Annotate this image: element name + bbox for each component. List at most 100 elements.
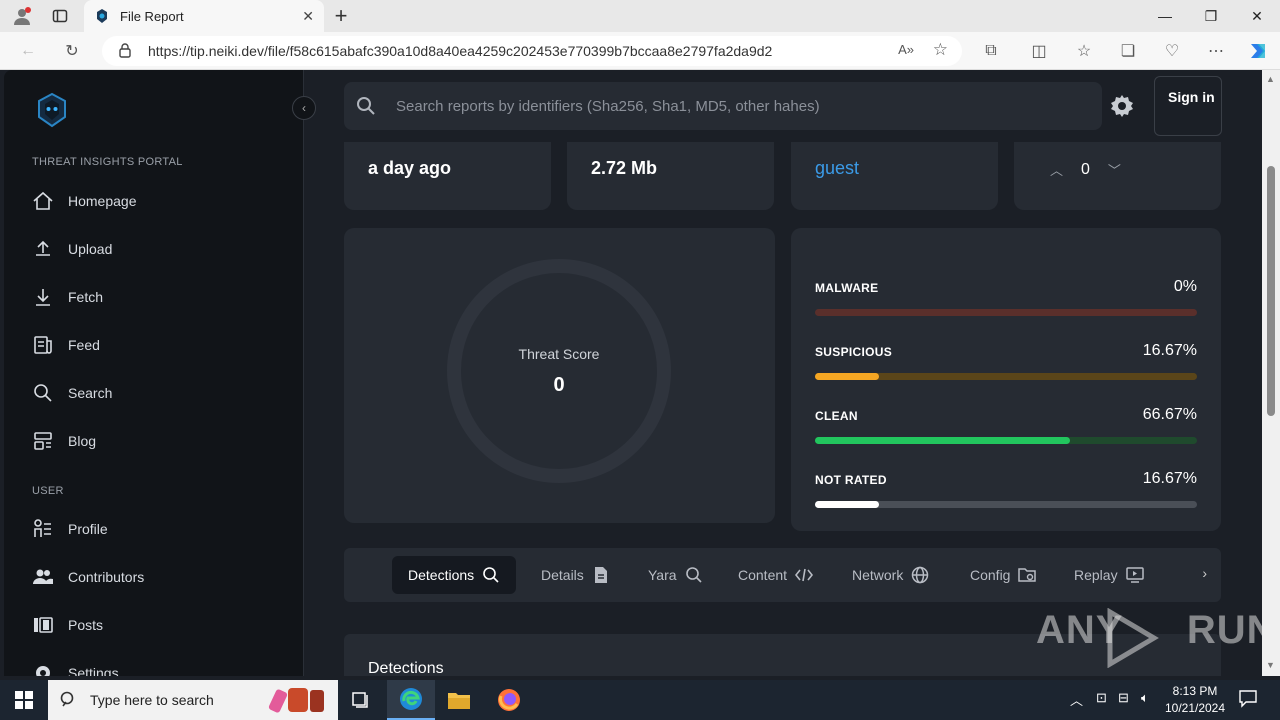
search-icon — [357, 97, 375, 115]
network-icon[interactable]: ⊟ — [1118, 690, 1129, 706]
favorites-icon[interactable]: ☆ — [1070, 37, 1098, 65]
back-icon[interactable]: ← — [14, 37, 42, 65]
sidebar-collapse-button[interactable]: ‹ — [292, 96, 316, 120]
sidebar-item-label: Settings — [68, 665, 119, 676]
search-icon — [483, 567, 499, 583]
gear-icon[interactable] — [1110, 94, 1134, 118]
sidebar-item-settings[interactable]: Settings — [32, 659, 119, 676]
collections-icon[interactable]: ❏ — [1114, 37, 1142, 65]
tab-replay[interactable]: Replay — [1074, 556, 1144, 594]
tray-chevron-icon[interactable]: ︿ — [1070, 690, 1083, 709]
tab-label: Detections — [408, 567, 475, 583]
tab-label: Config — [970, 567, 1011, 583]
address-bar-row: ← ↻ https://tip.neiki.dev/file/f58c615ab… — [0, 32, 1280, 70]
search-icon — [685, 567, 702, 583]
sidebar-item-contributors[interactable]: Contributors — [32, 563, 144, 591]
sidebar-item-fetch[interactable]: Fetch — [32, 283, 103, 311]
window-close-icon[interactable]: ✕ — [1234, 0, 1280, 32]
sidebar-item-profile[interactable]: Profile — [32, 515, 108, 543]
tab-details[interactable]: Details — [541, 556, 610, 594]
site-favicon-icon — [97, 9, 107, 23]
refresh-icon[interactable]: ↻ — [58, 37, 86, 65]
stat-percent: 16.67% — [1142, 342, 1197, 359]
restore-icon[interactable]: ❐ — [1188, 0, 1234, 32]
edge-taskbar-icon[interactable] — [387, 680, 435, 720]
tray-app-icon[interactable]: ⊡ — [1096, 690, 1107, 706]
tab-config[interactable]: Config — [970, 556, 1037, 594]
scroll-thumb[interactable] — [1267, 166, 1275, 416]
tab-detections[interactable]: Detections — [392, 556, 517, 594]
scroll-up-icon[interactable]: ▲ — [1266, 74, 1275, 84]
minimize-icon[interactable]: — — [1142, 0, 1188, 32]
notifications-icon[interactable] — [1238, 688, 1258, 711]
page-scrollbar[interactable]: ▲ ▼ — [1262, 70, 1280, 676]
main-content: a day ago 2.72 Mb guest ︿ 0 ﹀ Search rep… — [304, 70, 1262, 676]
sidebar-item-label: Contributors — [68, 569, 145, 585]
sidebar-item-posts[interactable]: Posts — [32, 611, 103, 639]
extensions-icon[interactable]: ⧉ — [977, 37, 1005, 65]
volume-icon[interactable]: 🔈︎ — [1141, 690, 1149, 706]
sidebar: THREAT INSIGHTS PORTAL Homepage Upload F… — [4, 70, 304, 676]
copilot-icon[interactable] — [1244, 37, 1272, 65]
anyrun-watermark: ANY RUN — [1036, 608, 1277, 668]
stat-name: SUSPICIOUS — [815, 345, 893, 359]
tab-yara[interactable]: Yara — [648, 556, 703, 594]
favorite-star-icon[interactable]: ☆ — [933, 40, 948, 60]
stat-bar — [815, 437, 1197, 444]
profile-icon[interactable] — [8, 2, 36, 30]
upload-age: a day ago — [368, 158, 452, 178]
sidebar-item-blog[interactable]: Blog — [32, 427, 96, 455]
search-input[interactable]: Search reports by identifiers (Sha256, S… — [344, 82, 1102, 130]
split-screen-icon[interactable]: ◫ — [1025, 37, 1053, 65]
task-view-icon[interactable] — [338, 680, 386, 720]
new-tab-icon[interactable]: + — [327, 2, 355, 30]
stat-percent: 0% — [1173, 278, 1197, 295]
sidebar-item-label: Search — [68, 385, 113, 401]
neiki-logo-icon[interactable] — [34, 92, 70, 128]
sidebar-item-upload[interactable]: Upload — [32, 235, 112, 263]
url-field[interactable]: https://tip.neiki.dev/file/f58c615abafc3… — [102, 36, 962, 66]
blog-icon — [34, 432, 52, 450]
lock-icon — [118, 42, 132, 61]
uploader-link[interactable]: guest — [815, 158, 859, 179]
scroll-down-icon[interactable]: ▼ — [1266, 660, 1275, 670]
detections-title: Detections — [368, 660, 444, 676]
tab-content[interactable]: Content — [738, 556, 814, 594]
sidebar-item-search[interactable]: Search — [32, 379, 112, 407]
document-icon — [594, 567, 607, 583]
taskbar-search-input[interactable]: Type here to search — [48, 680, 338, 720]
search-icon — [34, 384, 52, 402]
tab-title: File Report — [120, 8, 184, 24]
sidebar-item-label: Upload — [68, 241, 113, 257]
tab-label: Replay — [1074, 567, 1118, 583]
sidebar-item-feed[interactable]: Feed — [32, 331, 100, 359]
sidebar-item-label: Fetch — [68, 289, 104, 305]
tab-close-icon[interactable]: ✕ — [302, 8, 314, 25]
upvote-icon[interactable]: ︿ — [1050, 160, 1063, 179]
sign-in-button[interactable]: Sign in — [1154, 76, 1222, 136]
stat-percent: 66.67% — [1142, 406, 1197, 423]
sidebar-item-label: Profile — [68, 521, 108, 537]
windows-start-icon[interactable] — [0, 680, 48, 720]
read-aloud-icon[interactable]: A» — [898, 42, 914, 57]
browser-essentials-icon[interactable]: ♡ — [1158, 37, 1186, 65]
sidebar-item-label: Feed — [68, 337, 100, 353]
downvote-icon[interactable]: ﹀ — [1108, 160, 1121, 179]
sidebar-item-homepage[interactable]: Homepage — [32, 187, 137, 215]
browser-tab[interactable]: File Report ✕ — [84, 0, 324, 32]
sidebar-item-label: Posts — [68, 617, 104, 633]
tabs-scroll-right-icon[interactable]: › — [1202, 565, 1207, 581]
firefox-icon[interactable] — [485, 680, 533, 720]
tab-actions-icon[interactable] — [46, 2, 74, 30]
search-highlight-icon — [268, 688, 324, 713]
stat-bar-fill — [815, 437, 1070, 444]
stat-name: MALWARE — [815, 281, 879, 295]
taskbar-clock[interactable]: 8:13 PM 10/21/2024 — [1160, 683, 1230, 717]
report-tabs: Detections Details Yara Content Network … — [344, 548, 1221, 602]
tab-network[interactable]: Network — [852, 556, 929, 594]
search-placeholder: Search reports by identifiers (Sha256, S… — [396, 97, 820, 115]
settings-gear-icon — [36, 666, 50, 676]
search-icon — [60, 691, 74, 707]
file-explorer-icon[interactable] — [435, 680, 483, 720]
more-menu-icon[interactable]: ⋯ — [1202, 37, 1230, 65]
